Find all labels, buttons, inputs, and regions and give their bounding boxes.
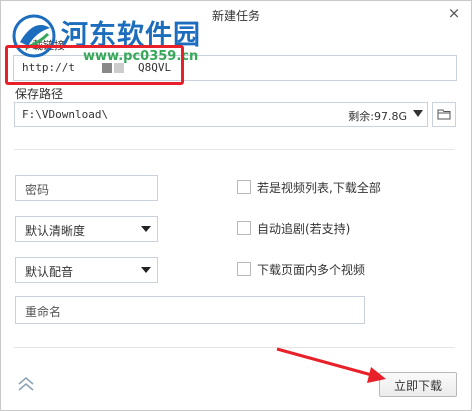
annotation-arrow-icon bbox=[276, 347, 386, 383]
new-task-dialog: 新建任务 × 下载链接 http://t Q8QVL 河东软件园 www.pc0… bbox=[0, 0, 472, 411]
